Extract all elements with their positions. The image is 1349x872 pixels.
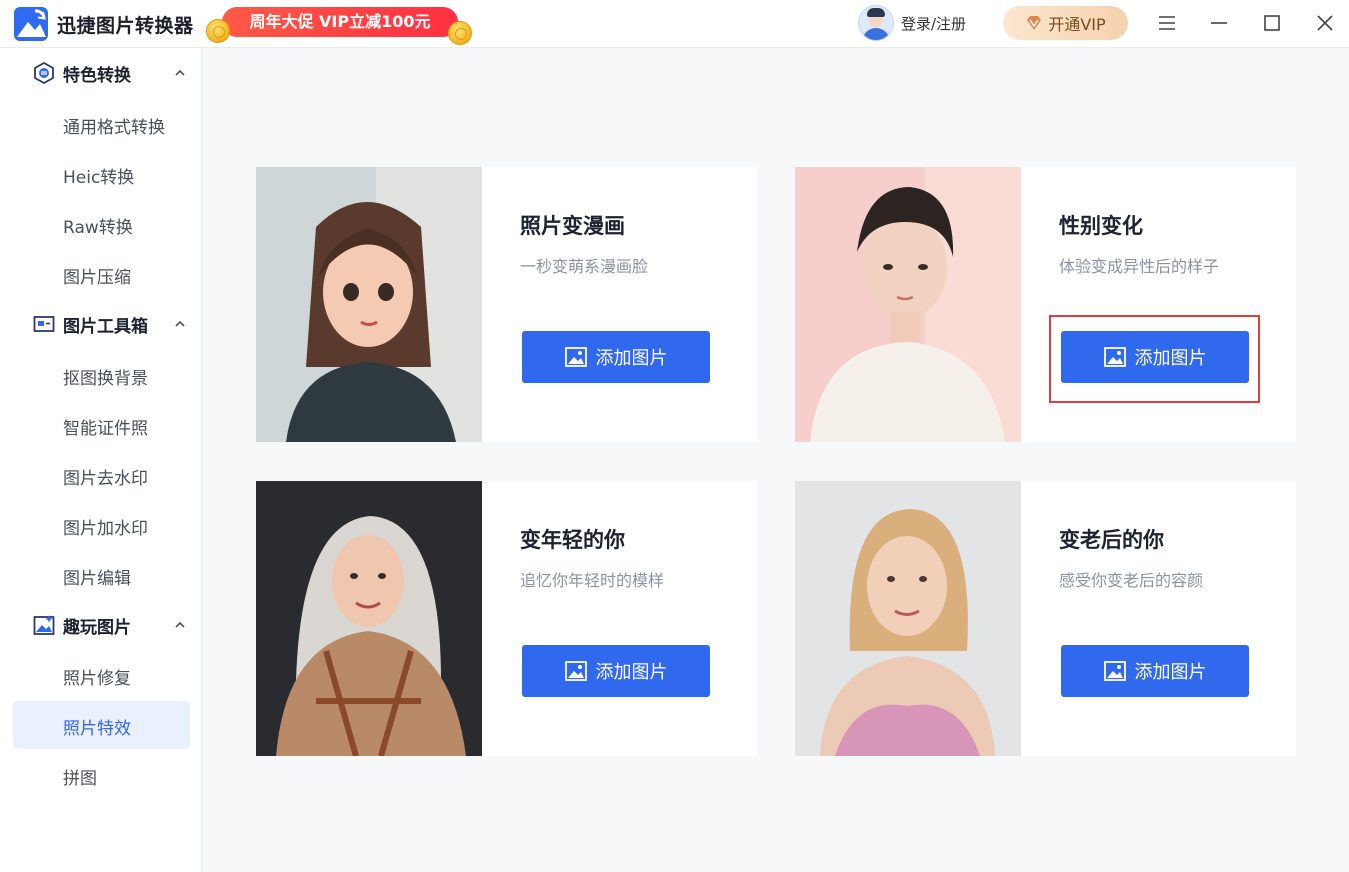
promo-banner[interactable]: 周年大促 VIP立减100元 bbox=[206, 5, 472, 45]
card-description: 感受你变老后的容颜 bbox=[1059, 571, 1204, 590]
avatar bbox=[858, 5, 894, 41]
section-label: 趣玩图片 bbox=[63, 617, 131, 638]
section-fun-images[interactable]: 趣玩图片 bbox=[0, 602, 201, 648]
app-title: 迅捷图片转换器 bbox=[57, 15, 194, 37]
sidebar-item-label: 图片编辑 bbox=[63, 569, 131, 589]
coin-icon bbox=[206, 19, 230, 43]
sidebar-item-label: Raw转换 bbox=[63, 218, 133, 238]
sidebar-item-raw[interactable]: Raw转换 bbox=[13, 200, 190, 248]
maximize-icon[interactable] bbox=[1261, 12, 1283, 34]
image-icon bbox=[1103, 347, 1126, 367]
card-title: 变老后的你 bbox=[1059, 528, 1164, 552]
sidebar-item-cutout-background[interactable]: 抠图换背景 bbox=[13, 351, 190, 399]
login-button[interactable]: 登录/注册 bbox=[858, 5, 966, 41]
sidebar-item-label: 智能证件照 bbox=[63, 419, 148, 439]
young-man-image bbox=[795, 167, 1021, 442]
sidebar-item-photo-effects[interactable]: 照片特效 bbox=[13, 701, 190, 749]
coin-icon bbox=[448, 21, 472, 45]
older-woman-image bbox=[795, 481, 1021, 756]
image-icon bbox=[564, 347, 587, 367]
app-logo-icon bbox=[14, 7, 48, 41]
blonde-woman-image bbox=[256, 481, 482, 756]
sidebar-item-collage[interactable]: 拼图 bbox=[13, 751, 190, 799]
sidebar: 特色转换 通用格式转换 Heic转换 Raw转换 图片压缩 图片工具箱 抠图换背… bbox=[0, 48, 202, 872]
title-bar: 迅捷图片转换器 周年大促 VIP立减100元 登录/注册 开通VIP bbox=[0, 0, 1349, 48]
card-gender-swap: 性别变化 体验变成异性后的样子 添加图片 bbox=[795, 167, 1296, 442]
sidebar-item-id-photo[interactable]: 智能证件照 bbox=[13, 401, 190, 449]
sidebar-item-label: 拼图 bbox=[63, 769, 97, 789]
sidebar-item-compress[interactable]: 图片压缩 bbox=[13, 250, 190, 298]
card-title: 照片变漫画 bbox=[520, 214, 625, 238]
sidebar-item-label: 图片去水印 bbox=[63, 469, 148, 489]
close-icon[interactable] bbox=[1314, 12, 1336, 34]
card-title: 性别变化 bbox=[1059, 214, 1143, 238]
section-label: 图片工具箱 bbox=[63, 316, 148, 337]
sidebar-item-heic[interactable]: Heic转换 bbox=[13, 150, 190, 198]
toolbox-icon bbox=[33, 316, 55, 332]
card-description: 一秒变萌系漫画脸 bbox=[520, 257, 649, 276]
image-icon bbox=[564, 661, 587, 681]
add-image-button[interactable]: 添加图片 bbox=[522, 331, 710, 383]
sidebar-item-label: 照片修复 bbox=[63, 669, 131, 689]
card-description: 追忆你年轻时的模样 bbox=[520, 571, 665, 590]
menu-icon[interactable] bbox=[1156, 12, 1178, 34]
sidebar-item-photo-repair[interactable]: 照片修复 bbox=[13, 651, 190, 699]
sidebar-item-add-watermark[interactable]: 图片加水印 bbox=[13, 501, 190, 549]
sidebar-item-label: 图片加水印 bbox=[63, 519, 148, 539]
card-older-you: 变老后的你 感受你变老后的容颜 添加图片 bbox=[795, 481, 1296, 756]
sidebar-item-general-format[interactable]: 通用格式转换 bbox=[13, 100, 190, 148]
vip-diamond-icon bbox=[1027, 16, 1042, 30]
cartoon-girl-image bbox=[256, 167, 482, 442]
chevron-up-icon bbox=[175, 320, 185, 327]
sidebar-item-label: 通用格式转换 bbox=[63, 118, 165, 138]
image-icon bbox=[1103, 661, 1126, 681]
section-feature-convert[interactable]: 特色转换 bbox=[0, 50, 201, 96]
add-image-button[interactable]: 添加图片 bbox=[1061, 645, 1249, 697]
add-image-label: 添加图片 bbox=[1134, 348, 1207, 369]
minimize-icon[interactable] bbox=[1208, 12, 1230, 34]
sidebar-item-label: 照片特效 bbox=[63, 719, 131, 739]
promo-text: 周年大促 VIP立减100元 bbox=[222, 7, 458, 37]
sidebar-item-label: 图片压缩 bbox=[63, 268, 131, 288]
convert-icon bbox=[34, 62, 54, 84]
open-vip-button[interactable]: 开通VIP bbox=[1003, 6, 1128, 40]
login-label: 登录/注册 bbox=[901, 14, 967, 33]
card-younger-you: 变年轻的你 追忆你年轻时的模样 添加图片 bbox=[256, 481, 757, 756]
fun-image-icon bbox=[33, 615, 55, 635]
chevron-up-icon bbox=[175, 69, 185, 76]
add-image-label: 添加图片 bbox=[1134, 662, 1207, 683]
card-photo-to-cartoon: 照片变漫画 一秒变萌系漫画脸 添加图片 bbox=[256, 167, 757, 442]
add-image-label: 添加图片 bbox=[595, 662, 668, 683]
sidebar-item-label: 抠图换背景 bbox=[63, 369, 148, 389]
add-image-label: 添加图片 bbox=[595, 348, 668, 369]
sidebar-item-remove-watermark[interactable]: 图片去水印 bbox=[13, 451, 190, 499]
card-title: 变年轻的你 bbox=[520, 528, 625, 552]
add-image-button[interactable]: 添加图片 bbox=[1061, 331, 1249, 383]
section-image-toolbox[interactable]: 图片工具箱 bbox=[0, 301, 201, 347]
chevron-up-icon bbox=[175, 621, 185, 628]
section-label: 特色转换 bbox=[63, 65, 131, 86]
sidebar-item-image-edit[interactable]: 图片编辑 bbox=[13, 551, 190, 599]
card-description: 体验变成异性后的样子 bbox=[1059, 257, 1220, 276]
sidebar-item-label: Heic转换 bbox=[63, 168, 135, 188]
vip-label: 开通VIP bbox=[1048, 15, 1106, 34]
add-image-button[interactable]: 添加图片 bbox=[522, 645, 710, 697]
